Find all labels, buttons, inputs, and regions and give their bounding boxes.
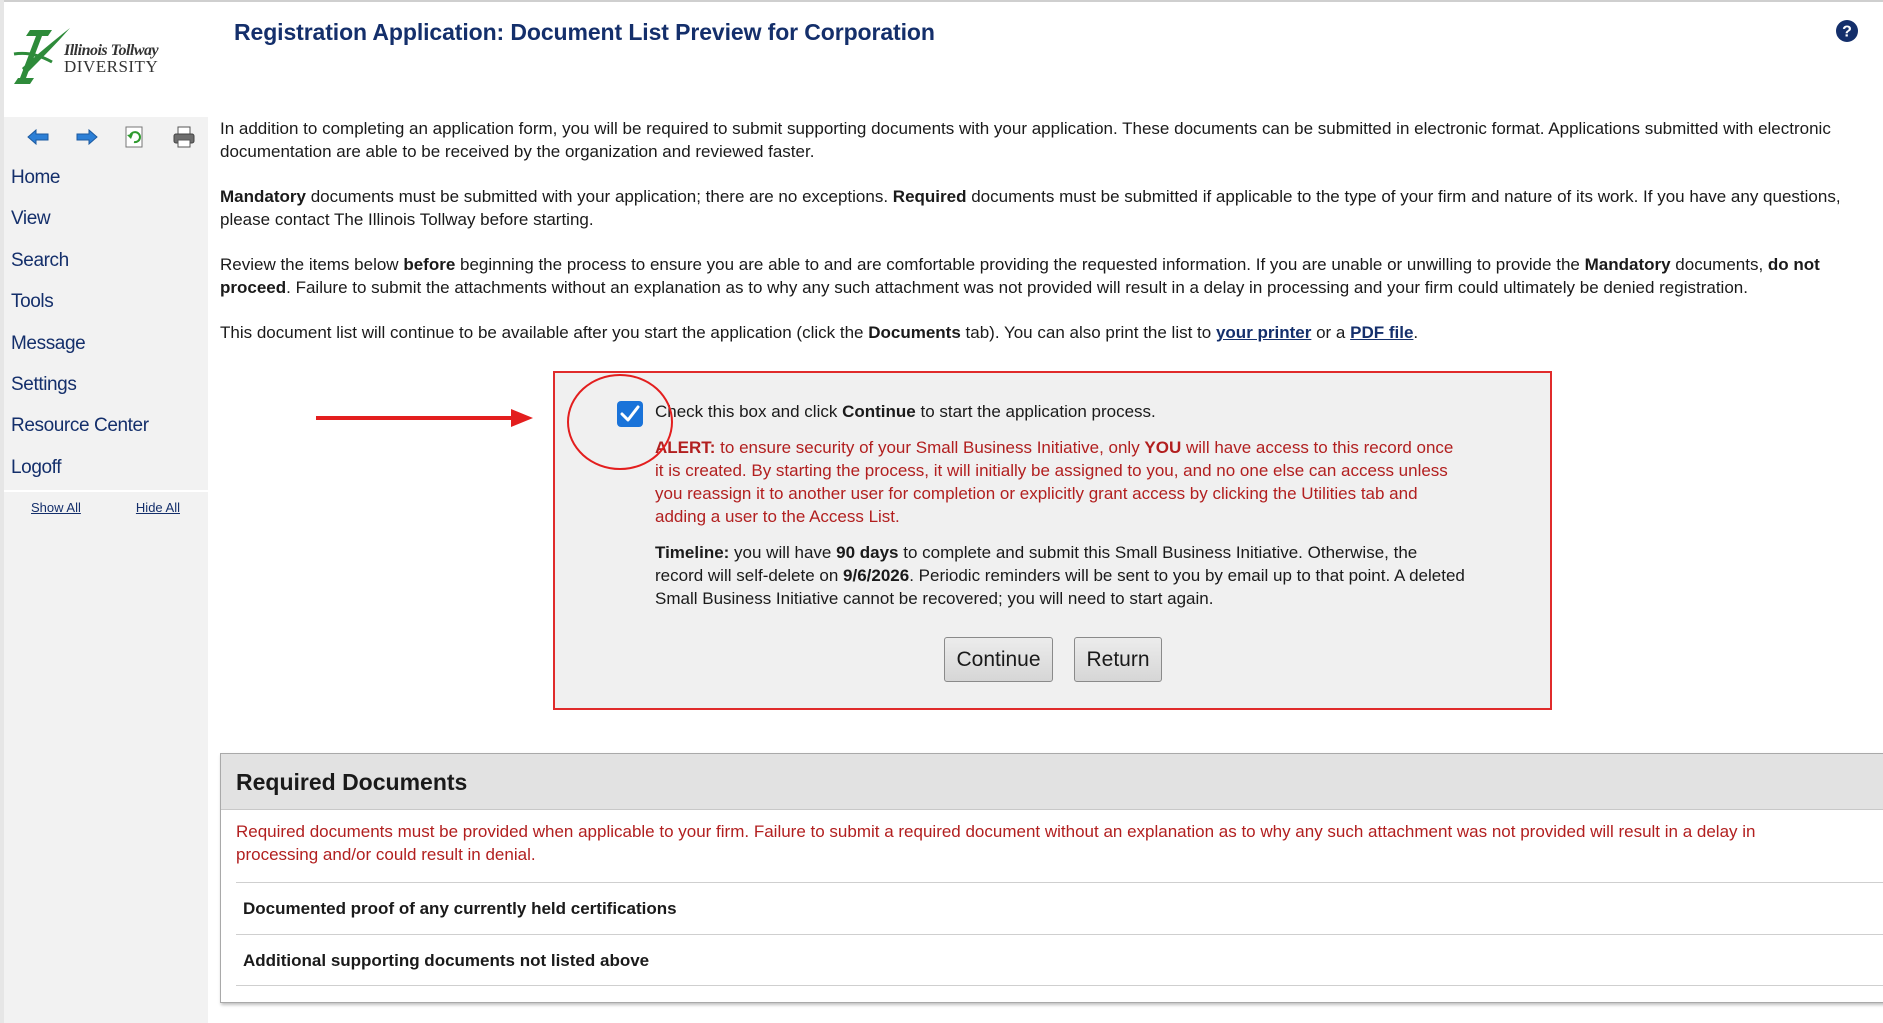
required-bold: Required [892,187,967,206]
required-documents-note: Required documents must be provided when… [236,822,1756,864]
intro-section: In addition to completing an application… [220,117,1870,366]
sidebar-item-home[interactable]: Home [4,157,208,198]
alert-message: ALERT: to ensure security of your Small … [655,436,1465,528]
days-bold: 90 days [836,543,899,562]
before-bold: before [403,255,456,274]
logo-sub-text: DIVERSITY [64,57,159,76]
intro-p3-text-1: Review the items below [220,255,404,274]
intro-paragraph-4: This document list will continue to be a… [220,321,1870,344]
sidebar: Home View Search Tools Message Settings … [4,117,208,1023]
page-title: Registration Application: Document List … [234,19,935,45]
required-documents-title: Required Documents [221,754,1883,810]
continue-button[interactable]: Continue [944,637,1053,682]
required-document-item: Documented proof of any currently held c… [236,882,1883,934]
annotation-arrow-icon [316,409,533,427]
intro-p4-text-4: . [1413,323,1419,342]
back-arrow-icon[interactable] [14,122,63,152]
intro-p1-text: In addition to completing an application… [220,119,1831,161]
top-border [0,0,1883,2]
sidebar-toolbar [4,117,208,157]
intro-p3-text-4: . Failure to submit the attachments with… [286,278,1748,297]
forward-arrow-icon[interactable] [63,122,112,152]
sidebar-item-tools[interactable]: Tools [4,281,208,322]
hide-all-link[interactable]: Hide All [136,500,180,515]
checkbox-label-text-1: Check this box and click [655,402,843,421]
checkbox-label: Check this box and click Continue to sta… [655,400,1156,423]
annotation-circle [567,374,673,470]
sidebar-item-search[interactable]: Search [4,240,208,281]
logo-mark-icon [13,28,70,84]
show-all-link[interactable]: Show All [31,500,81,515]
sidebar-item-message[interactable]: Message [4,323,208,364]
sidebar-item-resource-center[interactable]: Resource Center [4,405,208,446]
timeline-message: Timeline: you will have 90 days to compl… [655,541,1465,610]
illinois-tollway-logo: Illinois Tollway DIVERSITY [12,24,177,90]
intro-p4-text-2: tab). You can also print the list to [960,323,1216,342]
required-documents-panel: Required Documents Required documents mu… [220,753,1883,1003]
intro-p4-text-3: or a [1311,323,1351,342]
timeline-prefix: Timeline: [655,543,730,562]
intro-p2-text-1: documents must be submitted with your ap… [305,187,893,206]
checkbox-label-text-2: to start the application process. [915,402,1156,421]
pdf-file-link[interactable]: PDF file [1350,323,1413,342]
help-icon[interactable]: ? [1835,19,1859,43]
intro-p3-text-2: beginning the process to ensure you are … [455,255,1585,274]
return-button[interactable]: Return [1074,637,1162,682]
documents-bold: Documents [868,323,961,342]
alert-text-1: to ensure security of your Small Busines… [715,438,1145,457]
sidebar-item-settings[interactable]: Settings [4,364,208,405]
intro-p4-text-1: This document list will continue to be a… [220,323,869,342]
svg-text:?: ? [1842,24,1852,41]
sidebar-item-view[interactable]: View [4,198,208,239]
you-bold: YOU [1144,438,1182,457]
show-hide-links: Show All Hide All [4,492,208,515]
sidebar-nav: Home View Search Tools Message Settings … [4,157,208,488]
refresh-icon[interactable] [111,122,160,152]
delete-date-bold: 9/6/2026 [843,566,910,585]
mandatory-bold-2: Mandatory [1584,255,1671,274]
intro-paragraph-3: Review the items below before beginning … [220,253,1870,299]
print-icon[interactable] [160,122,209,152]
mandatory-bold: Mandatory [220,187,306,206]
intro-paragraph-1: In addition to completing an application… [220,117,1870,163]
sidebar-item-logoff[interactable]: Logoff [4,447,208,488]
timeline-text-1: you will have [729,543,837,562]
required-document-item: Additional supporting documents not list… [236,934,1883,986]
your-printer-link[interactable]: your printer [1216,323,1311,342]
intro-paragraph-2: Mandatory documents must be submitted wi… [220,185,1870,231]
continue-bold: Continue [842,402,916,421]
intro-p3-text-3: documents, [1670,255,1768,274]
